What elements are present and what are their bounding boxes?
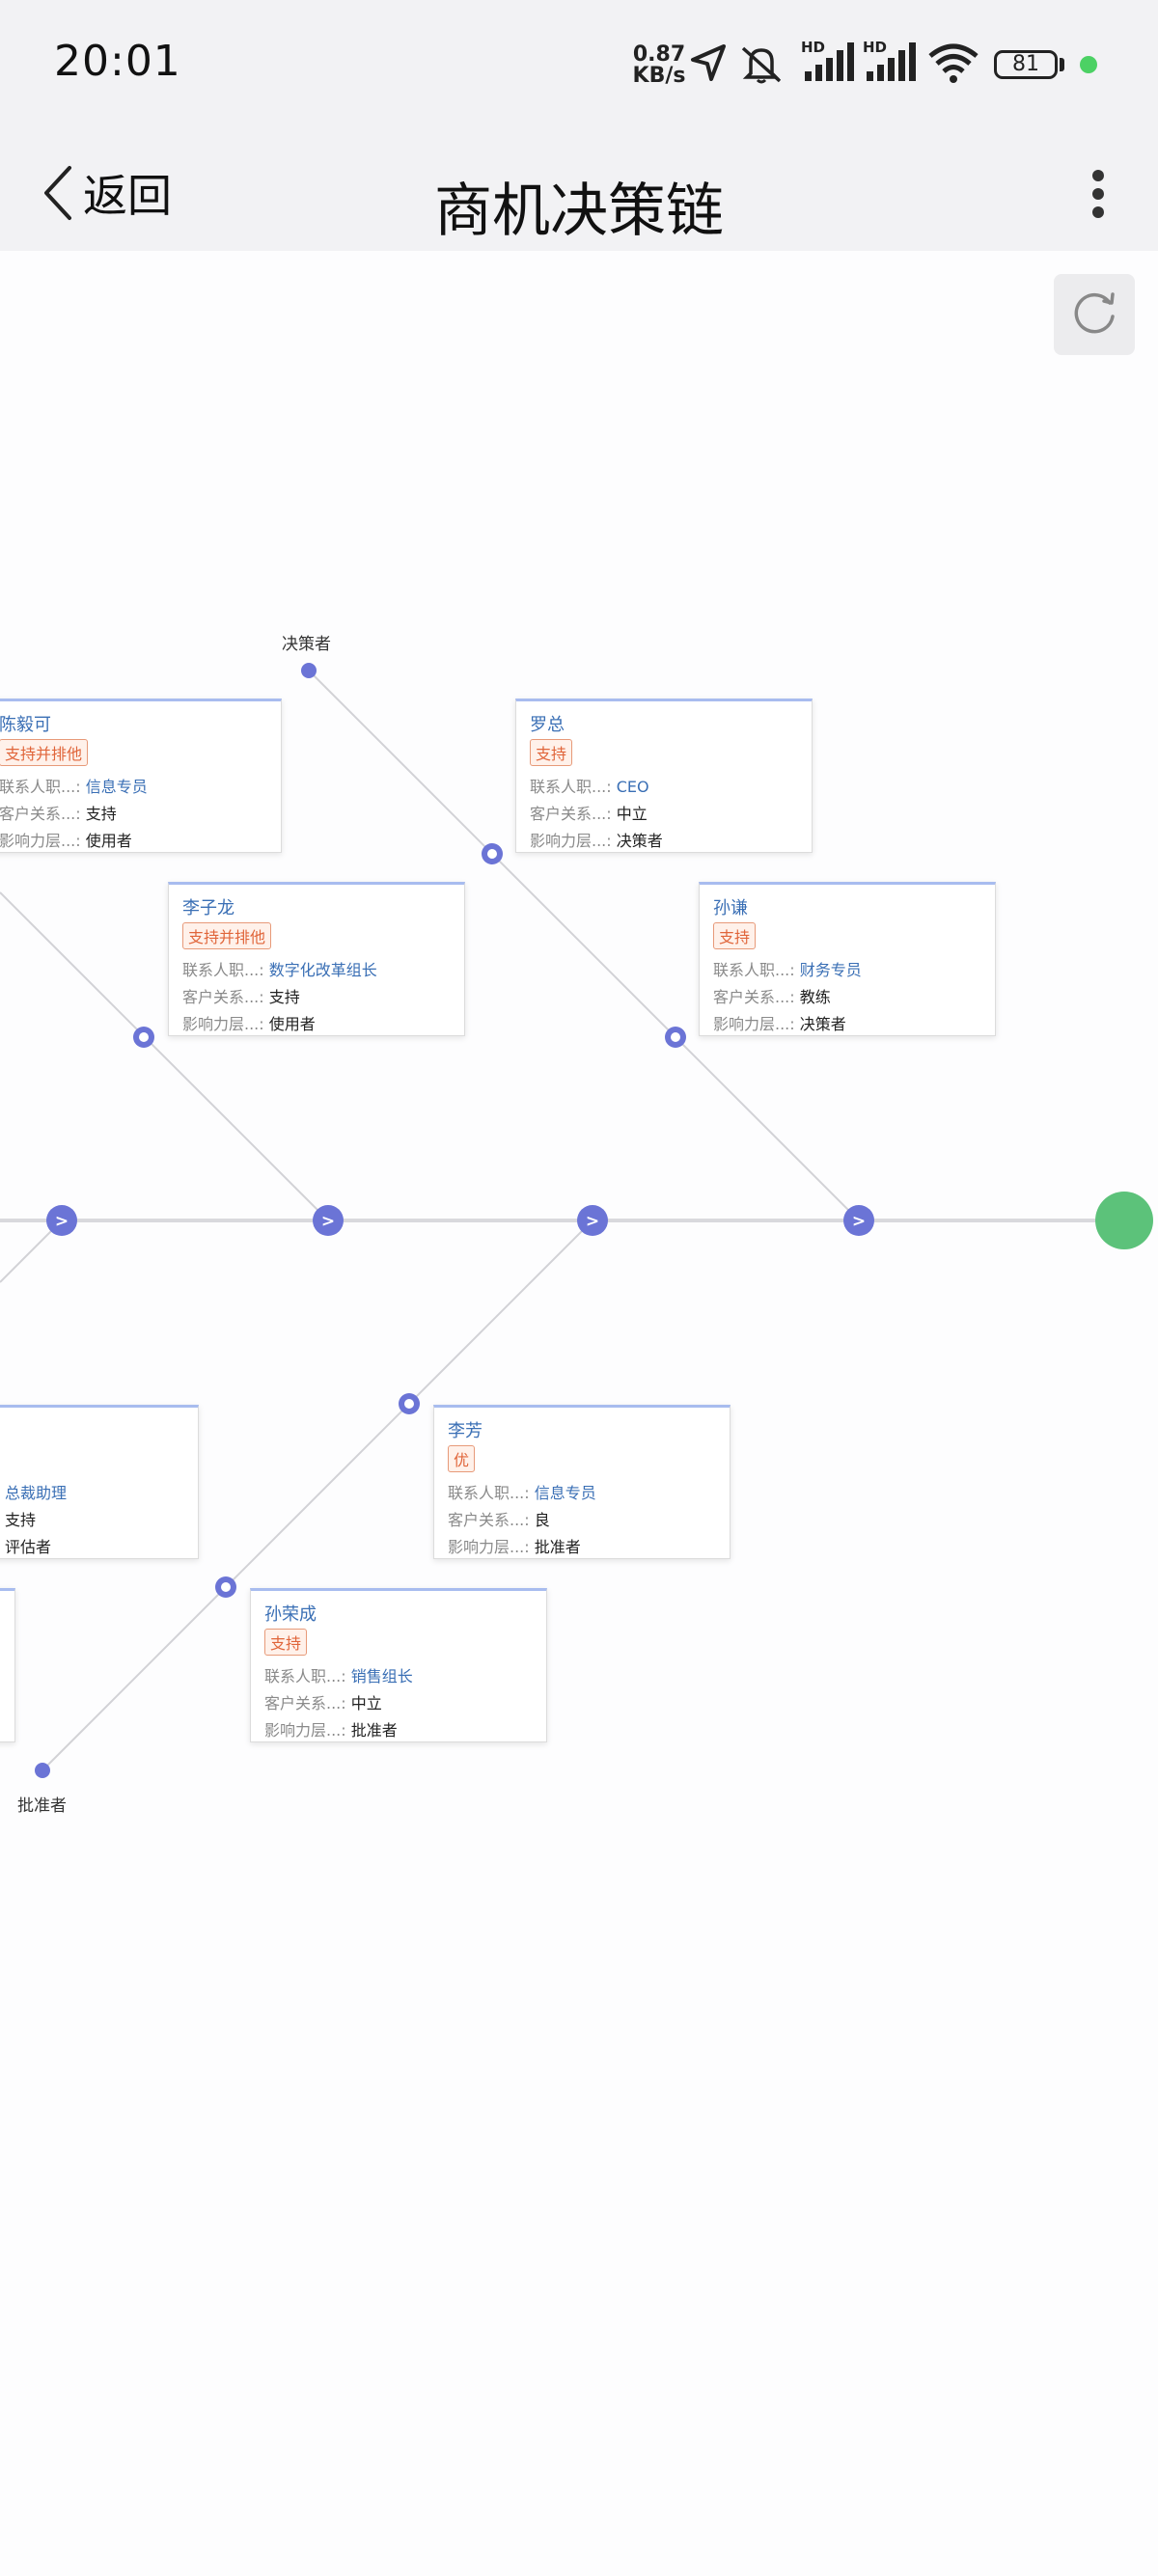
rib-end-dot bbox=[301, 663, 317, 678]
relationship-tag: 优 bbox=[448, 1445, 476, 1472]
field-relationship: 客户关系...: 支持 bbox=[182, 988, 300, 1006]
field-position: 联系人职...: 数字化改革组长 bbox=[182, 961, 377, 979]
svg-text:>: > bbox=[852, 1212, 866, 1231]
field-influence: 影响力层...: 决策者 bbox=[530, 832, 663, 850]
field-influence: 评估者 bbox=[5, 1538, 52, 1556]
signal-hd-icon: HD bbox=[863, 39, 916, 81]
field-position: 联系人职...: 信息专员 bbox=[448, 1484, 596, 1502]
nav-bar: 返回 商机决策链 bbox=[0, 135, 1158, 251]
spine-arrow-node[interactable]: > bbox=[46, 1205, 77, 1236]
status-time: 20:01 bbox=[54, 37, 181, 86]
more-menu-button[interactable] bbox=[1079, 152, 1117, 233]
contact-card[interactable]: 孙谦 支持 联系人职...: 财务专员 客户关系...: 教练 影响力层...:… bbox=[699, 882, 996, 1036]
more-dot bbox=[1092, 170, 1104, 181]
field-influence: 影响力层...: 批准者 bbox=[448, 1538, 581, 1556]
field-position: 联系人职...: 信息专员 bbox=[0, 778, 148, 796]
rib-end-dot bbox=[35, 1763, 50, 1778]
relationship-tag: 支持 bbox=[264, 1629, 308, 1656]
relationship-tag: 支持 bbox=[530, 739, 573, 766]
network-speed-unit: KB/s bbox=[632, 64, 686, 88]
svg-text:>: > bbox=[55, 1212, 69, 1231]
spine-arrow-node[interactable]: > bbox=[577, 1205, 608, 1236]
mute-icon bbox=[741, 46, 782, 84]
contact-card[interactable] bbox=[0, 1588, 15, 1742]
contact-name: 孙荣成 bbox=[264, 1604, 317, 1625]
contact-card[interactable]: 李子龙 支持并排他 联系人职...: 数字化改革组长 客户关系...: 支持 影… bbox=[168, 882, 465, 1036]
field-relationship: 客户关系...: 教练 bbox=[713, 988, 831, 1006]
privacy-indicator bbox=[1080, 56, 1097, 73]
field-position: 总裁助理 bbox=[5, 1484, 68, 1502]
field-influence: 影响力层...: 批准者 bbox=[264, 1721, 398, 1740]
contact-name: 李子龙 bbox=[182, 898, 234, 918]
svg-text:HD: HD bbox=[801, 39, 825, 56]
field-position: 联系人职...: 财务专员 bbox=[713, 961, 862, 979]
battery-icon: 81 bbox=[994, 50, 1058, 79]
node-ring[interactable] bbox=[133, 1027, 154, 1048]
contact-card[interactable]: 罗总 支持 联系人职...: CEO 客户关系...: 中立 影响力层...: … bbox=[515, 699, 813, 853]
status-bar: 20:01 0.87 KB/s HD HD 81 bbox=[0, 0, 1158, 135]
relationship-tag: 支持并排他 bbox=[0, 739, 89, 766]
field-influence: 影响力层...: 决策者 bbox=[713, 1015, 846, 1033]
axis-label-approver: 批准者 bbox=[17, 1796, 67, 1816]
field-relationship: 客户关系...: 中立 bbox=[530, 805, 648, 823]
network-speed-value: 0.87 bbox=[632, 42, 686, 67]
contact-name: 陈毅可 bbox=[0, 715, 51, 735]
spine-arrow-node[interactable]: > bbox=[313, 1205, 344, 1236]
field-influence: 影响力层...: 使用者 bbox=[0, 832, 132, 850]
relationship-tag: 支持 bbox=[713, 922, 757, 949]
relationship-tag: 支持并排他 bbox=[182, 922, 272, 949]
signal-hd-icon: HD bbox=[801, 39, 854, 81]
decision-chain-canvas[interactable]: > > > > 决策者 批准者 陈毅可 支持并排他 联系人职...: 信息专员 … bbox=[0, 251, 1158, 2576]
contact-name: 孙谦 bbox=[713, 898, 748, 918]
contact-card[interactable]: 陈毅可 支持并排他 联系人职...: 信息专员 客户关系...: 支持 影响力层… bbox=[0, 699, 282, 853]
contact-card[interactable]: 总裁助理 支持 评估者 bbox=[0, 1405, 199, 1559]
field-influence: 影响力层...: 使用者 bbox=[182, 1015, 316, 1033]
field-position: 联系人职...: 销售组长 bbox=[264, 1667, 413, 1685]
axis-label-decision-maker: 决策者 bbox=[282, 635, 331, 654]
node-ring[interactable] bbox=[215, 1576, 236, 1598]
svg-text:HD: HD bbox=[863, 39, 887, 56]
more-dot bbox=[1092, 206, 1104, 218]
node-ring[interactable] bbox=[399, 1393, 420, 1414]
location-icon bbox=[691, 44, 726, 81]
network-speed: 0.87 KB/s bbox=[628, 44, 690, 87]
battery-tip bbox=[1060, 58, 1064, 71]
field-relationship: 客户关系...: 良 bbox=[448, 1511, 550, 1529]
spine-arrow-node[interactable]: > bbox=[843, 1205, 874, 1236]
contact-name: 罗总 bbox=[530, 715, 565, 735]
node-ring[interactable] bbox=[665, 1027, 686, 1048]
field-relationship: 支持 bbox=[5, 1511, 37, 1529]
field-position: 联系人职...: CEO bbox=[530, 778, 649, 796]
contact-card[interactable]: 孙荣成 支持 联系人职...: 销售组长 客户关系...: 中立 影响力层...… bbox=[250, 1588, 547, 1742]
contact-name: 李芳 bbox=[448, 1421, 482, 1441]
field-relationship: 客户关系...: 中立 bbox=[264, 1694, 382, 1713]
field-relationship: 客户关系...: 支持 bbox=[0, 805, 117, 823]
svg-text:>: > bbox=[321, 1212, 335, 1231]
more-dot bbox=[1092, 188, 1104, 200]
wifi-icon bbox=[928, 43, 979, 83]
page-title: 商机决策链 bbox=[434, 178, 724, 245]
spine-end-node[interactable] bbox=[1095, 1192, 1153, 1249]
node-ring[interactable] bbox=[482, 843, 503, 864]
contact-card[interactable]: 李芳 优 联系人职...: 信息专员 客户关系...: 良 影响力层...: 批… bbox=[433, 1405, 731, 1559]
svg-text:>: > bbox=[586, 1212, 599, 1231]
